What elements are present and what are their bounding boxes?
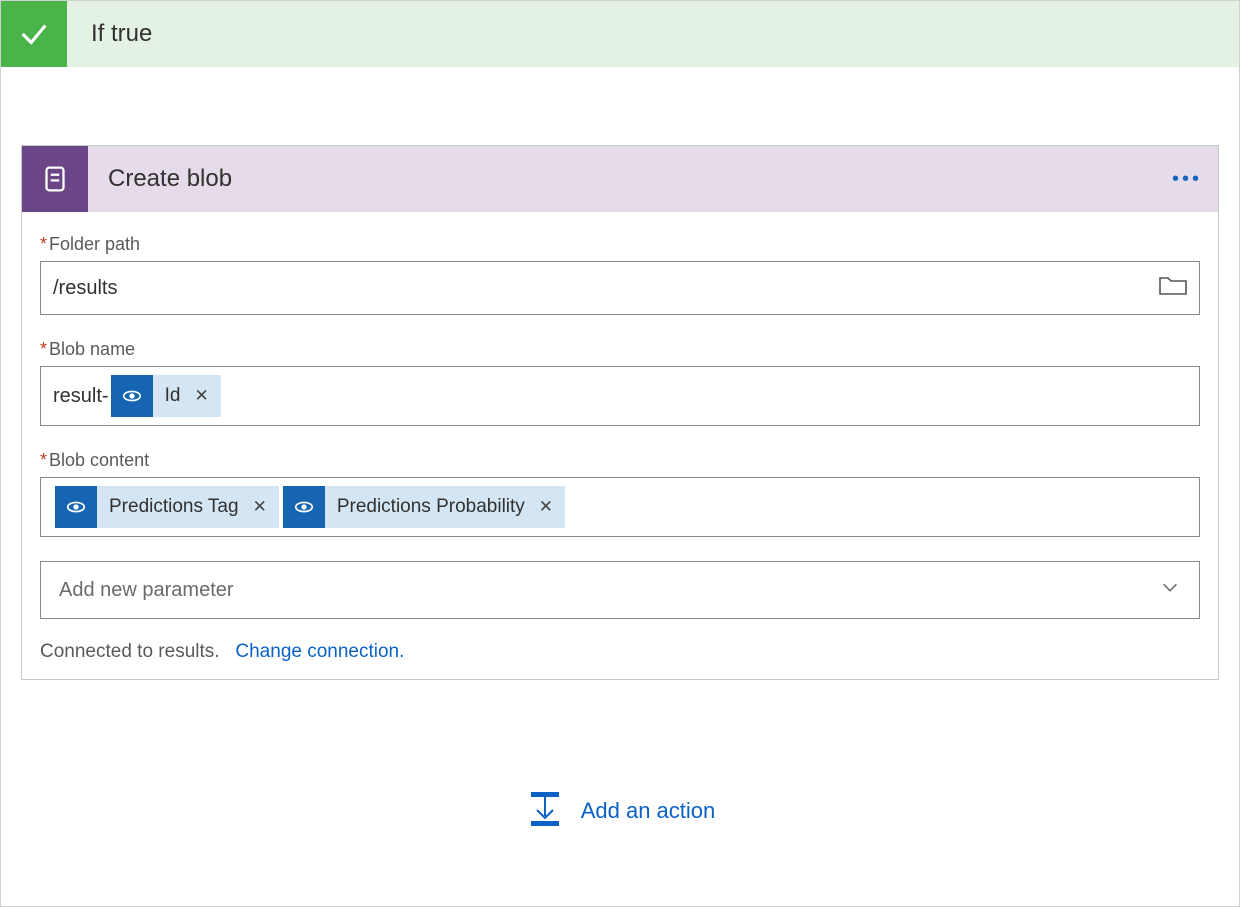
- folder-path-input[interactable]: /results: [40, 261, 1200, 315]
- blob-content-input[interactable]: Predictions Tag ✕ Predictions Probabilit…: [40, 477, 1200, 537]
- add-parameter-dropdown[interactable]: Add new parameter: [40, 561, 1200, 619]
- blob-content-label: *Blob content: [40, 450, 1200, 471]
- add-action-icon[interactable]: [525, 790, 565, 832]
- card-body: *Folder path /results *Blob nam: [22, 212, 1218, 679]
- change-connection-link[interactable]: Change connection.: [235, 641, 404, 662]
- dynamic-content-icon: [55, 486, 97, 528]
- folder-path-field: *Folder path /results: [40, 234, 1200, 315]
- folder-path-value: /results: [53, 277, 117, 300]
- create-blob-card: Create blob ••• *Folder path /results: [21, 145, 1219, 680]
- branch-body: Create blob ••• *Folder path /results: [1, 67, 1239, 852]
- blob-name-label: *Blob name: [40, 339, 1200, 360]
- card-header[interactable]: Create blob •••: [22, 146, 1218, 212]
- add-action-row: Add an action: [21, 790, 1219, 832]
- connection-status-text: Connected to results.: [40, 641, 220, 662]
- token-id[interactable]: Id ✕: [111, 375, 221, 417]
- card-title: Create blob: [88, 165, 232, 193]
- card-menu-button[interactable]: •••: [1172, 168, 1202, 191]
- if-true-branch-container: If true Create blob ••• *Fo: [0, 0, 1240, 907]
- folder-picker-icon[interactable]: [1159, 274, 1187, 302]
- checkmark-icon: [1, 1, 67, 67]
- token-remove-button[interactable]: ✕: [537, 486, 565, 528]
- dynamic-content-icon: [111, 375, 153, 417]
- blob-name-prefix: result-: [53, 385, 109, 408]
- token-predictions-probability[interactable]: Predictions Probability ✕: [283, 486, 565, 528]
- token-remove-button[interactable]: ✕: [192, 375, 220, 417]
- blob-name-input[interactable]: result- Id ✕: [40, 366, 1200, 426]
- token-remove-button[interactable]: ✕: [251, 486, 279, 528]
- token-predictions-tag[interactable]: Predictions Tag ✕: [55, 486, 279, 528]
- add-parameter-placeholder: Add new parameter: [59, 579, 234, 602]
- blob-name-field: *Blob name result- Id ✕: [40, 339, 1200, 426]
- token-label: Predictions Tag: [97, 486, 251, 528]
- token-label: Id: [153, 375, 193, 417]
- connection-info: Connected to results. Change connection.: [40, 641, 1200, 663]
- folder-path-label: *Folder path: [40, 234, 1200, 255]
- chevron-down-icon: [1159, 576, 1181, 604]
- blob-connector-icon: [22, 146, 88, 212]
- branch-header[interactable]: If true: [1, 1, 1239, 67]
- token-label: Predictions Probability: [325, 486, 537, 528]
- dynamic-content-icon: [283, 486, 325, 528]
- blob-content-field: *Blob content Predictions Tag ✕: [40, 450, 1200, 537]
- add-action-button[interactable]: Add an action: [581, 798, 716, 824]
- branch-title: If true: [67, 20, 152, 48]
